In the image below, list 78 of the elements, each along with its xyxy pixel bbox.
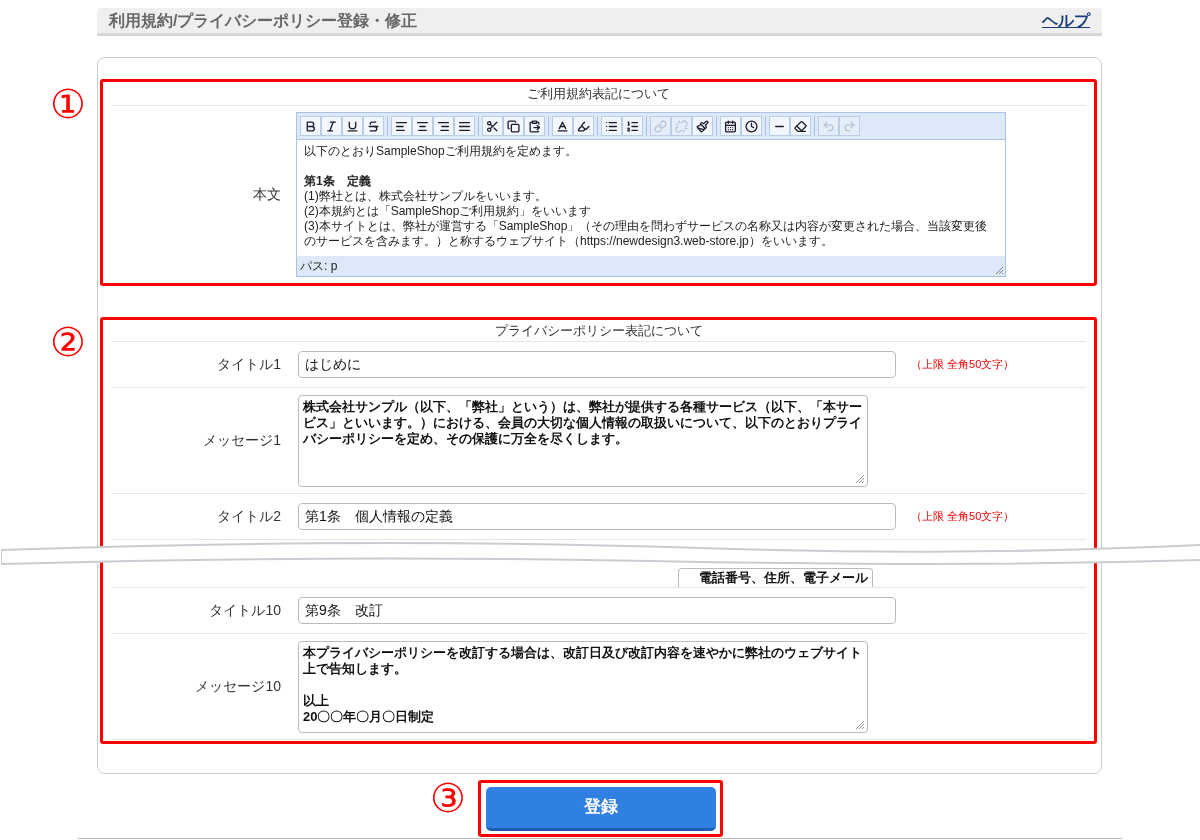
underline-icon bbox=[346, 119, 359, 133]
align-left-icon bbox=[395, 119, 408, 133]
message-textarea[interactable]: 本プライバシーポリシーを改訂する場合は、改訂日及び改訂内容を速やかに弊社のウェブサイト上で告知します。 以上 20〇〇年〇月〇日制定 bbox=[298, 640, 868, 733]
section-number: ① bbox=[50, 82, 86, 126]
copy-icon bbox=[507, 119, 520, 133]
field-label: タイトル10 bbox=[208, 601, 282, 620]
length-hint: （上限 全角50文字） bbox=[911, 509, 1015, 525]
toolbar-button[interactable] bbox=[790, 116, 811, 136]
editor-text: 第1条 定義 bbox=[304, 174, 372, 189]
bold-icon bbox=[304, 119, 317, 133]
resize-grip-icon bbox=[855, 473, 865, 484]
eraser-icon bbox=[794, 119, 807, 133]
toolbar-button[interactable] bbox=[342, 116, 363, 136]
title-input[interactable]: 第1条 個人情報の定義 bbox=[298, 503, 896, 530]
page-title: 利用規約/プライバシーポリシー登録・修正 bbox=[109, 10, 418, 31]
message-text: 20〇〇年〇月〇日制定 bbox=[303, 708, 436, 725]
toolbar-button[interactable] bbox=[363, 116, 384, 136]
field-label: メッセージ1 bbox=[202, 431, 282, 450]
resize-grip-icon bbox=[855, 719, 865, 730]
message-text: 本プライバシーポリシーを改訂する場合は、改訂日及び改訂内容を速やかに弊社のウェブサイト上で告知します。 bbox=[303, 644, 863, 677]
align-justify-icon bbox=[458, 119, 471, 133]
element-path: パス: p bbox=[300, 258, 338, 275]
rich-text-editor[interactable] bbox=[296, 112, 1006, 277]
unlink-icon bbox=[675, 119, 688, 133]
highlighter-icon bbox=[577, 119, 590, 133]
resize-grip-icon bbox=[995, 266, 1004, 275]
toolbar-button[interactable] bbox=[622, 116, 643, 136]
message-textarea[interactable]: 株式会社サンプル（以下、「弊社」という）は、弊社が提供する各種サービス（以下、「本サービス」といいます。）における、会員の大切な個人情報の取扱いについて、以下のとおりプライバシーポリシーを定め、その保護に万全を尽くします。 bbox=[298, 394, 868, 487]
paste-icon bbox=[528, 119, 541, 133]
field-label: タイトル2 bbox=[216, 507, 282, 526]
numbered-list-icon bbox=[626, 119, 639, 133]
undo-icon bbox=[822, 119, 835, 133]
toolbar-button[interactable] bbox=[601, 116, 622, 136]
align-center-icon bbox=[416, 119, 429, 133]
redo-icon bbox=[843, 119, 856, 133]
toolbar-button[interactable] bbox=[573, 116, 594, 136]
toolbar-button[interactable] bbox=[454, 116, 475, 136]
toolbar-button[interactable] bbox=[433, 116, 454, 136]
toolbar-button[interactable] bbox=[300, 116, 321, 136]
section-number: ② bbox=[50, 320, 86, 364]
field-label: メッセージ10 bbox=[194, 677, 282, 696]
toolbar-button[interactable] bbox=[482, 116, 503, 136]
toolbar-button[interactable] bbox=[321, 116, 342, 136]
message-textarea[interactable]: 電話番号、住所、電子メール bbox=[678, 568, 873, 587]
toolbar-button[interactable] bbox=[720, 116, 741, 136]
field-label: タイトル1 bbox=[216, 355, 282, 374]
field-label: 本文 bbox=[252, 185, 282, 204]
text-color-icon bbox=[556, 119, 569, 133]
clock-icon bbox=[745, 119, 758, 133]
message-text: 以上 bbox=[303, 692, 330, 709]
title-input[interactable]: 第9条 改訂 bbox=[298, 597, 896, 624]
toolbar-button[interactable] bbox=[503, 116, 524, 136]
toolbar-button[interactable] bbox=[552, 116, 573, 136]
toolbar-button[interactable] bbox=[692, 116, 713, 136]
italic-icon bbox=[325, 119, 338, 133]
help-link[interactable]: ヘルプ bbox=[1042, 8, 1090, 33]
align-right-icon bbox=[437, 119, 450, 133]
editor-text: 以下のとおりSampleShopご利用規約を定めます。 bbox=[304, 144, 578, 159]
calendar-icon bbox=[724, 119, 737, 133]
title-input[interactable]: はじめに bbox=[298, 351, 896, 378]
section-heading: ご利用規約表記について bbox=[527, 84, 670, 103]
length-hint: （上限 全角50文字） bbox=[911, 357, 1015, 373]
scissors-icon bbox=[486, 119, 499, 133]
editor-text: (2)本規約とは「SampleShopご利用規約」をいいます bbox=[304, 204, 593, 219]
strikethrough-icon bbox=[367, 119, 380, 133]
bullet-list-icon bbox=[605, 119, 618, 133]
editor-text: (3)本サイトとは、弊社が運営する「SampleShop」（その理由を問わずサービスの名称又は内容が変更された場合、当該変更後のサービスを含みます。）と称するウェブサイト（https://newdesign3.web-store.jp）をいいます。 bbox=[304, 219, 989, 249]
toolbar-button[interactable] bbox=[741, 116, 762, 136]
section-heading: プライバシーポリシー表記について bbox=[494, 321, 703, 340]
register-button[interactable]: 登録 bbox=[485, 786, 716, 831]
brush-icon bbox=[696, 119, 709, 133]
message-text: 株式会社サンプル（以下、「弊社」という）は、弊社が提供する各種サービス（以下、「本サービス」といいます。）における、会員の大切な個人情報の取扱いについて、以下のとおりプライバシーポリシーを定め、その保護に万全を尽くします。 bbox=[303, 398, 863, 447]
toolbar-button[interactable] bbox=[524, 116, 545, 136]
link-icon bbox=[654, 119, 667, 133]
section-number: ③ bbox=[430, 776, 466, 820]
toolbar-button[interactable] bbox=[412, 116, 433, 136]
toolbar-button[interactable] bbox=[391, 116, 412, 136]
editor-text: (1)弊社とは、株式会社サンプルをいいます。 bbox=[304, 189, 548, 204]
